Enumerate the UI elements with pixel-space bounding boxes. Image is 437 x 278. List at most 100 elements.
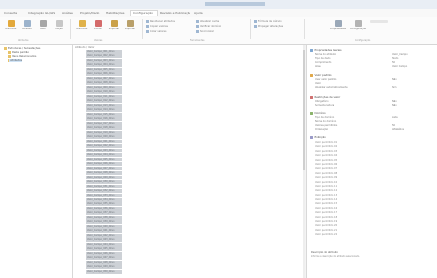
- list-item[interactable]: Valor_Campo_026_Ativo: [86, 162, 122, 166]
- list-item[interactable]: Valor_Campo_029_Ativo: [86, 175, 122, 180]
- list-item[interactable]: Valor permitido 22: [315, 233, 337, 237]
- list-item[interactable]: Valor_Campo_004_Ativo: [86, 63, 122, 68]
- attribute-button[interactable]: Atributo: [19, 20, 35, 31]
- prop-row[interactable]: Atualizar automaticamente Sim: [315, 86, 435, 89]
- ribbon-field-1[interactable]: [370, 20, 388, 23]
- properties-button[interactable]: Propriedades: [330, 20, 346, 31]
- list-item[interactable]: Valor_Campo_044_Ativo: [86, 242, 122, 247]
- list-item[interactable]: Valor_Campo_017_Ativo: [86, 121, 122, 126]
- tree-item-related[interactable]: Itens Relacionados: [8, 55, 36, 58]
- list-item[interactable]: Valor_Campo_049_Ativo: [86, 265, 122, 270]
- import-button[interactable]: Importar: [106, 20, 122, 31]
- list-item[interactable]: Valor_Campo_040_Ativo: [86, 224, 122, 229]
- list-item[interactable]: Valor_Campo_031_Ativo: [86, 184, 122, 189]
- list-item[interactable]: Valor_Campo_010_Ativo: [86, 90, 122, 95]
- list-item[interactable]: Valor_Campo_021_Ativo: [86, 139, 122, 144]
- list-item[interactable]: Valor_Campo_047_Ativo: [86, 256, 122, 261]
- section-display[interactable]: Exibição: [310, 135, 326, 139]
- tab-habilitacoes[interactable]: Habilitações: [106, 11, 128, 16]
- list-item[interactable]: Valor_Campo_034_Ativo: [86, 197, 122, 202]
- scrollbar-thumb[interactable]: [303, 50, 305, 170]
- prop-row[interactable]: Somente leitura Não: [315, 104, 435, 107]
- list-item[interactable]: Valor_Campo_009_Ativo: [86, 85, 122, 90]
- tab-integracao[interactable]: Integração GL/GIS: [28, 11, 58, 16]
- settings-button[interactable]: Configurações: [350, 20, 366, 31]
- refresh-cache-button[interactable]: Atualizar cache: [196, 20, 219, 23]
- tree-item-default[interactable]: Pasta padrão: [8, 51, 29, 54]
- list-item[interactable]: Valor_Campo_020_Ativo: [86, 135, 122, 139]
- paste-values-button[interactable]: Colar valores: [146, 30, 166, 33]
- prop-row[interactable]: Ordenação Alfabética: [315, 128, 435, 131]
- prop-row[interactable]: Nome do domínio: [315, 120, 435, 123]
- prop-row[interactable]: Alias Valor Campo: [315, 65, 435, 68]
- list-item[interactable]: Valor_Campo_043_Ativo: [86, 238, 122, 243]
- prop-row[interactable]: Valor: [315, 82, 435, 85]
- tree-item-attributes[interactable]: Atributos: [8, 59, 22, 62]
- list-item[interactable]: Valor permitido 09: [315, 176, 337, 180]
- export-button[interactable]: Exportar: [122, 20, 138, 31]
- add-button[interactable]: Adicionar: [3, 20, 19, 31]
- section-domain[interactable]: Domínio: [310, 111, 326, 115]
- add-value-button[interactable]: Adicionar: [74, 20, 90, 31]
- list-item[interactable]: Valor_Campo_014_Ativo: [86, 108, 122, 113]
- tab-ajuda[interactable]: Ajuda: [194, 11, 206, 16]
- list-item[interactable]: Valor_Campo_028_Ativo: [86, 171, 122, 175]
- delete-button[interactable]: Excluir: [90, 20, 106, 31]
- list-item[interactable]: Valor_Campo_023_Ativo: [86, 148, 122, 153]
- prop-row[interactable]: Obrigatório Não: [315, 100, 435, 103]
- formula-button[interactable]: Fórmula de cálculo: [254, 20, 282, 23]
- tab-analise[interactable]: Análise: [62, 11, 76, 16]
- list-item[interactable]: Valor_Campo_011_Ativo: [86, 94, 122, 99]
- tree-item-root[interactable]: Estruturas / Subestações: [4, 47, 40, 50]
- verify-domain-button[interactable]: Verificar domínio: [196, 25, 221, 28]
- tab-revisao[interactable]: Revisão e Publicação: [160, 11, 190, 16]
- reorder-attributes-button[interactable]: Reordenar atributos: [146, 20, 175, 23]
- list-item[interactable]: Valor_Campo_033_Ativo: [86, 193, 122, 198]
- list-item[interactable]: Valor_Campo_024_Ativo: [86, 153, 122, 157]
- tab-configuracao[interactable]: Configuração: [130, 10, 158, 16]
- list-item[interactable]: Valor_Campo_019_Ativo: [86, 130, 122, 135]
- list-item[interactable]: Valor_Campo_042_Ativo: [86, 233, 122, 238]
- list-item[interactable]: Valor_Campo_006_Ativo: [86, 72, 122, 77]
- list-item[interactable]: Valor_Campo_030_Ativo: [86, 180, 122, 184]
- list-item[interactable]: Valor_Campo_005_Ativo: [86, 67, 122, 72]
- list-item[interactable]: Valor_Campo_013_Ativo: [86, 103, 122, 108]
- prop-row[interactable]: Tipo de domínio Lista: [315, 116, 435, 119]
- sync-button[interactable]: Sincronizar: [196, 30, 214, 33]
- section-default[interactable]: Valor padrão: [310, 73, 332, 77]
- tab-projeto[interactable]: Projeto/Dado: [80, 11, 102, 16]
- list-item[interactable]: Valor_Campo_037_Ativo: [86, 211, 122, 216]
- list-item[interactable]: Valor_Campo_027_Ativo: [86, 166, 122, 171]
- list-item[interactable]: Valor_Campo_046_Ativo: [86, 251, 122, 256]
- propagate-button[interactable]: Propagar alterações: [254, 25, 283, 28]
- prop-row[interactable]: Valores permitidos 50: [315, 124, 435, 127]
- list-item[interactable]: Valor_Campo_007_Ativo: [86, 76, 122, 81]
- copy-values-button[interactable]: Copiar valores: [146, 25, 168, 28]
- list-item[interactable]: Valor_Campo_012_Ativo: [86, 99, 122, 104]
- list-item[interactable]: Valor_Campo_018_Ativo: [86, 126, 122, 131]
- list-item[interactable]: Valor_Campo_038_Ativo: [86, 215, 122, 220]
- prop-row[interactable]: Comprimento 50: [315, 61, 435, 64]
- tab-consulta[interactable]: Consulta: [4, 11, 24, 16]
- list-item[interactable]: Valor_Campo_032_Ativo: [86, 189, 122, 193]
- list-item[interactable]: Valor_Campo_022_Ativo: [86, 144, 122, 148]
- list-scrollbar[interactable]: [303, 45, 305, 278]
- list-item[interactable]: Valor_Campo_045_Ativo: [86, 247, 122, 252]
- prop-row[interactable]: Nome do atributo Valor_Campo: [315, 53, 435, 56]
- list-item[interactable]: Valor_Campo_003_Ativo: [86, 58, 122, 63]
- list-item[interactable]: Valor_Campo_008_Ativo: [86, 81, 122, 86]
- list-item[interactable]: Valor_Campo_015_Ativo: [86, 112, 122, 117]
- list-item[interactable]: Valor_Campo_001_Ativo: [86, 50, 122, 54]
- list-item[interactable]: Valor_Campo_025_Ativo: [86, 157, 122, 162]
- list-item[interactable]: Valor_Campo_050_Ativo: [86, 269, 122, 274]
- prop-row[interactable]: Usar valor padrão Não: [315, 78, 435, 81]
- value-button[interactable]: Valor: [35, 20, 51, 31]
- list-item[interactable]: Valor_Campo_016_Ativo: [86, 117, 122, 122]
- prop-row[interactable]: Tipo de dado Texto: [315, 57, 435, 60]
- list-item[interactable]: Valor_Campo_041_Ativo: [86, 229, 122, 234]
- list-item[interactable]: Valor_Campo_036_Ativo: [86, 206, 122, 211]
- section-constraints[interactable]: Restrições de valor: [310, 95, 340, 99]
- list-item[interactable]: Valor_Campo_035_Ativo: [86, 202, 122, 207]
- list-item[interactable]: Valor permitido 17: [315, 211, 337, 215]
- feature-button[interactable]: Feição: [51, 20, 67, 31]
